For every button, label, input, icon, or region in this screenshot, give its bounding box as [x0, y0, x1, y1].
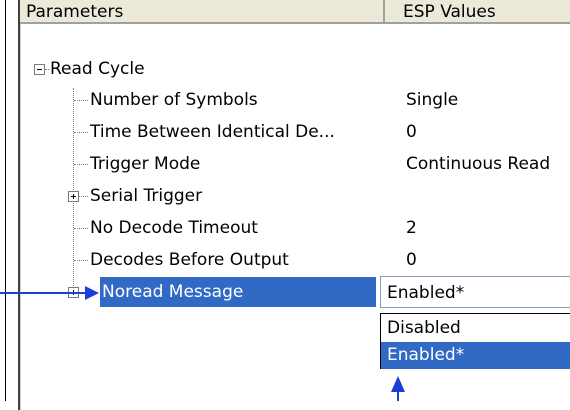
- tree-row[interactable]: Number of Symbols Single: [20, 84, 570, 116]
- tree-line: [74, 164, 88, 165]
- tree-line: [74, 100, 88, 101]
- tree-label: No Decode Timeout: [90, 218, 258, 238]
- tree-line: [45, 69, 49, 70]
- tree-label: Trigger Mode: [90, 154, 201, 174]
- option-enabled[interactable]: Enabled*: [381, 342, 570, 369]
- tree-line: [74, 132, 88, 133]
- tree-line: [74, 228, 88, 229]
- tree-line: [79, 196, 88, 197]
- tree-label: Read Cycle: [50, 59, 145, 79]
- option-disabled[interactable]: Disabled: [381, 315, 570, 342]
- noread-message-select[interactable]: Enabled*: [380, 276, 570, 308]
- tree-value[interactable]: 0: [406, 116, 417, 148]
- tree-value[interactable]: 2: [406, 212, 417, 244]
- pointer-arrow-line: [397, 392, 399, 401]
- tree-value[interactable]: 0: [406, 244, 417, 276]
- tree-row[interactable]: Decodes Before Output 0: [20, 244, 570, 276]
- column-header: Parameters ESP Values: [20, 0, 570, 24]
- header-esp-values[interactable]: ESP Values: [385, 0, 570, 22]
- tree-line: [74, 260, 88, 261]
- noread-message-label[interactable]: Noread Message: [100, 277, 376, 307]
- collapse-icon[interactable]: [34, 64, 45, 75]
- right-arrow-icon: [85, 286, 99, 300]
- tree-label: Decodes Before Output: [90, 250, 289, 270]
- tree-label: Serial Trigger: [90, 186, 203, 206]
- pointer-arrow-line: [0, 292, 86, 294]
- tree-label: Number of Symbols: [90, 90, 258, 110]
- tree-row[interactable]: Trigger Mode Continuous Read: [20, 148, 570, 180]
- tree-row[interactable]: Time Between Identical De... 0: [20, 116, 570, 148]
- tree-label: Time Between Identical De...: [90, 122, 335, 142]
- up-arrow-icon: [391, 376, 405, 392]
- expand-icon[interactable]: [68, 191, 79, 202]
- tree-row-read-cycle[interactable]: Read Cycle: [20, 53, 570, 85]
- tree-row-serial-trigger[interactable]: Serial Trigger: [20, 180, 570, 212]
- tree-row[interactable]: No Decode Timeout 2: [20, 212, 570, 244]
- header-parameters[interactable]: Parameters: [20, 0, 385, 22]
- noread-message-options: Disabled Enabled*: [380, 313, 570, 369]
- tree-value[interactable]: Continuous Read: [406, 148, 550, 180]
- frame-line: [5, 0, 6, 401]
- tree-value[interactable]: Single: [406, 84, 458, 116]
